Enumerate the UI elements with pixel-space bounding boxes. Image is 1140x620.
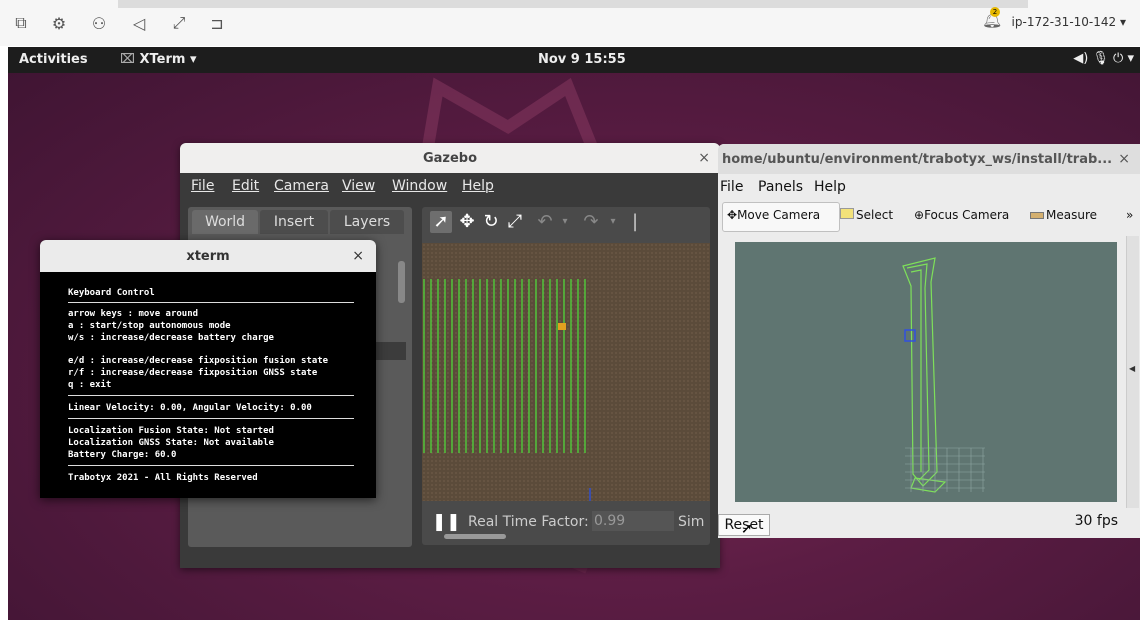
real-time-factor-label: Real Time Factor: — [468, 514, 589, 530]
app-menu[interactable]: ⌧ XTerm ▾ — [120, 52, 197, 67]
terminal-line: Battery Charge: 60.0 — [68, 450, 177, 460]
select-label: Select — [856, 208, 894, 222]
rviz-titlebar[interactable]: home/ubuntu/environment/trabotyx_ws/inst… — [718, 144, 1140, 174]
rotate-mode-icon[interactable]: ↻ — [480, 211, 502, 233]
menu-window[interactable]: Window — [392, 178, 447, 194]
host-menu[interactable]: ip-172-31-10-142 ▾ — [1012, 15, 1126, 29]
clock[interactable]: Nov 9 15:55 — [538, 52, 626, 67]
terminal-line: w/s : increase/decrease battery charge — [68, 333, 274, 343]
speaker-icon[interactable]: ◁ — [128, 12, 150, 34]
rviz-menu-help[interactable]: Help — [814, 179, 846, 195]
select-tool[interactable]: Select — [840, 208, 893, 222]
crop-rows-graphic — [423, 279, 591, 501]
terminal-line: r/f : increase/decrease fixposition GNSS… — [68, 368, 318, 378]
rviz-title: home/ubuntu/environment/trabotyx_ws/inst… — [722, 152, 1113, 167]
move-camera-label: Move Camera — [737, 208, 821, 222]
measure-label: Measure — [1046, 208, 1097, 222]
xterm-window: xterm × Keyboard Control arrow keys : mo… — [40, 240, 376, 498]
rviz-menu-file[interactable]: File — [720, 179, 743, 195]
terminal-line: Localization Fusion State: Not started — [68, 426, 274, 436]
gazebo-close-button[interactable]: × — [698, 150, 710, 166]
gnome-top-bar: Activities ⌧ XTerm ▾ Nov 9 15:55 ◀) 🎙 ⏻ … — [8, 47, 1140, 73]
terminal-line: e/d : increase/decrease fixposition fusi… — [68, 356, 329, 366]
xterm-titlebar[interactable]: xterm × — [40, 240, 376, 272]
gazebo-menubar: File Edit Camera View Window Help — [180, 173, 720, 199]
fps-counter: 30 fps — [1074, 513, 1118, 529]
focus-camera-tool[interactable]: ⊕Focus Camera — [914, 208, 1009, 222]
undo-dropdown-icon[interactable]: ▾ — [554, 211, 576, 233]
terminal-rule — [68, 418, 354, 419]
redo-icon[interactable]: ↷ — [580, 211, 602, 233]
tab-world[interactable]: World — [192, 210, 258, 234]
remote-toolbar: ⧉ ⚙ ⚇ ◁ ⤢ ⊐ 🔔︎ 2 ip-172-31-10-142 ▾ — [0, 0, 1140, 46]
select-mode-icon[interactable]: ➚ — [430, 211, 452, 233]
notification-badge: 2 — [990, 7, 1000, 17]
toolbar-separator: | — [631, 211, 639, 232]
terminal-rule — [68, 465, 354, 466]
gazebo-title: Gazebo — [422, 151, 478, 166]
measure-icon — [1030, 212, 1044, 219]
terminal-line: q : exit — [68, 380, 112, 390]
robot-model-graphic — [902, 257, 985, 493]
move-camera-icon: ✥ — [727, 208, 738, 222]
rviz-3d-view[interactable] — [735, 242, 1117, 502]
undo-icon[interactable]: ↶ — [534, 211, 556, 233]
focus-camera-label: Focus Camera — [924, 208, 1010, 222]
terminal-line: Linear Velocity: 0.00, Angular Velocity:… — [68, 403, 312, 413]
settings-icon[interactable]: ⚙ — [48, 12, 70, 34]
system-menu[interactable]: ◀) 🎙 ⏻ ▾ — [1073, 51, 1134, 66]
real-time-factor-value: 0.99 — [592, 511, 674, 531]
terminal-rule — [68, 395, 354, 396]
rviz-close-button[interactable]: × — [1118, 151, 1130, 167]
rviz-side-scrollbar[interactable]: ◀ — [1126, 236, 1139, 508]
terminal-line: a : start/stop autonomous mode — [68, 321, 231, 331]
terminal-line: arrow keys : move around — [68, 309, 199, 319]
app-menu-label: XTerm ▾ — [139, 52, 197, 67]
left-panel-scrollbar[interactable] — [398, 261, 405, 303]
menu-file[interactable]: File — [191, 178, 214, 194]
tab-layers[interactable]: Layers — [330, 210, 404, 234]
menu-camera[interactable]: Camera — [274, 178, 329, 194]
statusbar-scrollbar[interactable] — [444, 534, 506, 539]
collapse-arrow-icon[interactable]: ◀ — [1129, 364, 1135, 373]
rviz-menu-panels[interactable]: Panels — [758, 179, 803, 195]
xterm-app-icon: ⌧ — [120, 52, 140, 67]
terminal-rule — [68, 302, 354, 303]
menu-edit[interactable]: Edit — [232, 178, 259, 194]
measure-tool[interactable]: Measure — [1030, 208, 1097, 222]
window-icon[interactable]: ⧉ — [10, 12, 32, 34]
terminal-line: Localization GNSS State: Not available — [68, 438, 274, 448]
xterm-close-button[interactable]: × — [352, 248, 364, 264]
gazebo-3d-view[interactable] — [422, 243, 710, 501]
move-camera-tool[interactable]: ✥Move Camera — [727, 208, 820, 222]
xterm-title: xterm — [186, 249, 230, 264]
rviz-toolbar: ✥Move Camera Select ⊕Focus Camera Measur… — [718, 202, 1140, 232]
toolbar-overflow-button[interactable]: » — [1126, 208, 1133, 222]
user-icon[interactable]: ⚇ — [88, 12, 110, 34]
pause-icon[interactable]: ❚❚ — [432, 512, 461, 532]
select-icon — [840, 208, 854, 219]
translate-mode-icon[interactable]: ✥ — [456, 211, 478, 233]
sim-time-label: Sim — [678, 514, 705, 530]
tab-insert[interactable]: Insert — [260, 210, 328, 234]
toolbar-strip — [118, 0, 1028, 8]
gazebo-statusbar: ❚❚ Real Time Factor: 0.99 Sim — [422, 508, 710, 539]
menu-view[interactable]: View — [342, 178, 375, 194]
mouse-cursor-icon: ➚ — [741, 521, 753, 537]
fullscreen-icon[interactable]: ⤢ — [168, 12, 190, 34]
activities-button[interactable]: Activities — [19, 52, 88, 67]
scale-mode-icon[interactable]: ⤢ — [504, 211, 526, 233]
menu-help[interactable]: Help — [462, 178, 494, 194]
focus-camera-icon: ⊕ — [914, 208, 925, 222]
terminal-line: Keyboard Control — [68, 288, 155, 298]
redo-dropdown-icon[interactable]: ▾ — [602, 211, 624, 233]
terminal-line: Trabotyx 2021 - All Rights Reserved — [68, 473, 258, 483]
display-icon[interactable]: ⊐ — [206, 12, 228, 34]
gazebo-titlebar[interactable]: Gazebo × — [180, 143, 720, 173]
rviz-window: home/ubuntu/environment/trabotyx_ws/inst… — [718, 144, 1140, 538]
